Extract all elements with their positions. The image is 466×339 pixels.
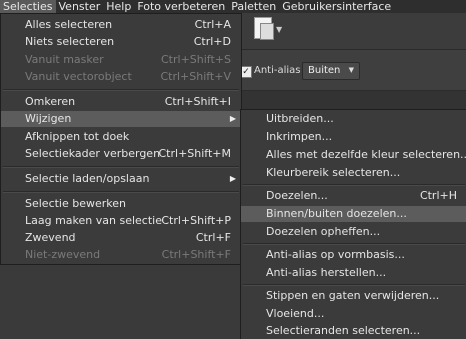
menu-item-label: Alles selecteren — [25, 18, 113, 31]
menu-item-label: Uitbreiden... — [266, 112, 334, 125]
toolbar: ▼ — [240, 13, 466, 50]
menu-item-label: Vloeiend... — [266, 307, 325, 320]
submenu-arrow-icon: ▶ — [229, 114, 236, 123]
menu-item-label: Selectiekader verbergen — [25, 147, 161, 160]
menu-item-zwevend[interactable]: Zwevend Ctrl+F — [1, 230, 241, 246]
menu-separator — [243, 243, 465, 245]
menu-separator — [3, 166, 239, 168]
menu-separator — [3, 89, 239, 91]
tool-options-bar: ✓ Anti-alias Buiten ▼ — [240, 50, 466, 91]
menu-item-label: Inkrimpen... — [266, 130, 333, 143]
menu-item-label: Anti-alias op vormbasis... — [266, 248, 405, 261]
menu-item-alles-met-dezelfde-kleur[interactable]: Alles met dezelfde kleur selecteren... — [241, 147, 466, 163]
menu-item-label: Vanuit masker — [25, 53, 104, 66]
antialias-label: Anti-alias — [254, 65, 301, 76]
menu-item-label: Afknippen tot doek — [25, 130, 130, 143]
menu-item-laag-maken-van-selectie[interactable]: Laag maken van selectie Ctrl+Shift+P — [1, 213, 241, 229]
menu-help[interactable]: Help — [103, 0, 134, 13]
menu-item-vanuit-vectorobject: Vanuit vectorobject Ctrl+Shift+V — [1, 69, 241, 85]
menu-item-label: Niets selecteren — [25, 35, 115, 48]
menu-item-anti-alias-op-vormbasis[interactable]: Anti-alias op vormbasis... — [241, 247, 466, 263]
chevron-down-icon[interactable]: ▼ — [276, 25, 282, 34]
menu-item-shortcut: Ctrl+F — [195, 231, 231, 244]
menu-item-shortcut: Ctrl+Shift+S — [161, 53, 231, 66]
menu-item-shortcut: Ctrl+A — [194, 18, 231, 31]
menu-item-label: Selectie laden/opslaan — [25, 172, 150, 185]
menu-item-wijzigen[interactable]: Wijzigen ▶ — [1, 111, 241, 127]
menu-item-label: Selectie bewerken — [25, 197, 127, 210]
menu-item-uitbreiden[interactable]: Uitbreiden... — [241, 111, 466, 127]
menu-item-shortcut: Ctrl+Shift+I — [164, 95, 231, 108]
menu-item-label: Stippen en gaten verwijderen... — [266, 289, 440, 302]
menu-item-label: Vanuit vectorobject — [25, 70, 132, 83]
menu-item-label: Selectieranden selecteren... — [266, 324, 421, 337]
chevron-down-icon: ▼ — [348, 66, 354, 74]
menu-item-shortcut: Ctrl+Shift+F — [161, 248, 231, 261]
menu-item-doezelen[interactable]: Doezelen... Ctrl+H — [241, 188, 466, 204]
menu-separator — [243, 184, 465, 186]
menu-item-selectie-bewerken[interactable]: Selectie bewerken — [1, 196, 241, 212]
mode-select[interactable]: Buiten ▼ — [302, 62, 360, 80]
selecties-menu: Alles selecteren Ctrl+A Niets selecteren… — [0, 13, 242, 265]
menu-item-anti-alias-herstellen[interactable]: Anti-alias herstellen... — [241, 265, 466, 281]
menu-separator — [3, 191, 239, 193]
menu-item-label: Kleurbereik selecteren... — [266, 166, 401, 179]
menu-item-niet-zwevend: Niet-zwevend Ctrl+Shift+F — [1, 247, 241, 263]
menu-item-label: Alles met dezelfde kleur selecteren... — [266, 148, 466, 161]
menu-paletten[interactable]: Paletten — [228, 0, 279, 13]
menu-item-label: Omkeren — [25, 95, 76, 108]
submenu-arrow-icon: ▶ — [229, 174, 236, 183]
menu-item-shortcut: Ctrl+Shift+V — [160, 70, 231, 83]
menu-item-omkeren[interactable]: Omkeren Ctrl+Shift+I — [1, 94, 241, 110]
mode-select-value: Buiten — [308, 65, 341, 76]
menu-item-afknippen-tot-doek[interactable]: Afknippen tot doek — [1, 129, 241, 145]
menu-item-niets-selecteren[interactable]: Niets selecteren Ctrl+D — [1, 34, 241, 50]
menu-bar: Selecties Venster Help Foto verbeteren P… — [0, 0, 466, 13]
menu-foto-verbeteren[interactable]: Foto verbeteren — [134, 0, 228, 13]
menu-venster[interactable]: Venster — [56, 0, 104, 13]
menu-item-shortcut: Ctrl+Shift+P — [161, 214, 231, 227]
menu-item-shortcut: Ctrl+H — [419, 189, 457, 202]
menu-item-label: Doezelen opheffen... — [266, 225, 381, 238]
menu-item-selectiekader-verbergen[interactable]: Selectiekader verbergen Ctrl+Shift+M — [1, 146, 241, 162]
wijzigen-submenu: Uitbreiden... Inkrimpen... Alles met dez… — [240, 109, 466, 339]
document-icon[interactable] — [254, 17, 274, 40]
menu-selecties[interactable]: Selecties — [0, 0, 56, 13]
menu-item-shortcut: Ctrl+D — [193, 35, 231, 48]
menu-item-doezelen-opheffen[interactable]: Doezelen opheffen... — [241, 224, 466, 240]
menu-separator — [243, 284, 465, 286]
menu-item-stippen-en-gaten[interactable]: Stippen en gaten verwijderen... — [241, 288, 466, 304]
menu-item-inkrimpen[interactable]: Inkrimpen... — [241, 129, 466, 145]
menu-item-label: Wijzigen — [25, 112, 72, 125]
menu-item-kleurbereik-selecteren[interactable]: Kleurbereik selecteren... — [241, 165, 466, 181]
menu-item-label: Binnen/buiten doezelen... — [266, 207, 407, 220]
menu-item-alles-selecteren[interactable]: Alles selecteren Ctrl+A — [1, 17, 241, 33]
menu-item-label: Anti-alias herstellen... — [266, 266, 387, 279]
menu-item-vanuit-masker: Vanuit masker Ctrl+Shift+S — [1, 52, 241, 68]
menu-item-vloeiend[interactable]: Vloeiend... — [241, 306, 466, 322]
menu-item-selectieranden-selecteren[interactable]: Selectieranden selecteren... — [241, 323, 466, 339]
menu-item-label: Zwevend — [25, 231, 76, 244]
menu-item-label: Laag maken van selectie — [25, 214, 162, 227]
menu-item-label: Niet-zwevend — [25, 248, 101, 261]
menu-item-selectie-laden-opslaan[interactable]: Selectie laden/opslaan ▶ — [1, 171, 241, 187]
menu-gebruikersinterface[interactable]: Gebruikersinterface — [279, 0, 394, 13]
menu-item-label: Doezelen... — [266, 189, 328, 202]
menu-item-shortcut: Ctrl+Shift+M — [158, 147, 232, 160]
menu-item-binnen-buiten-doezelen[interactable]: Binnen/buiten doezelen... — [241, 206, 466, 222]
